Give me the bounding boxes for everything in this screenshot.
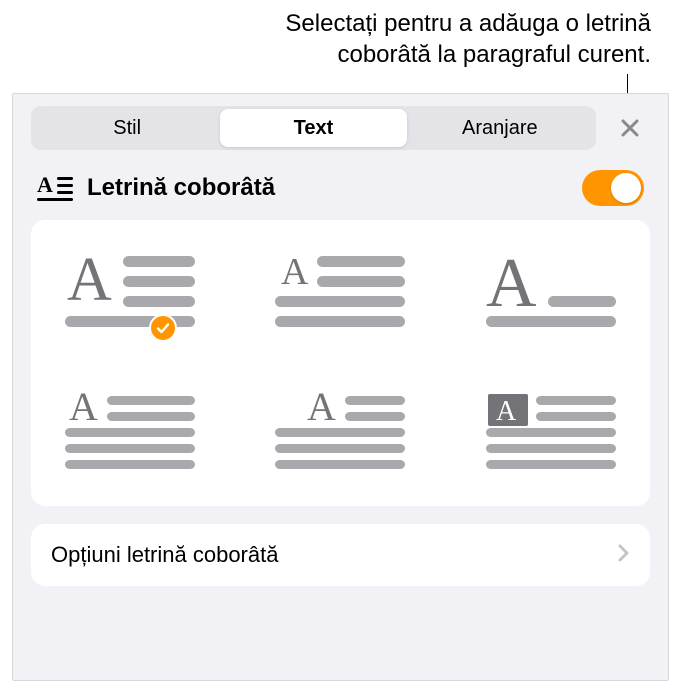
close-button[interactable] — [610, 108, 650, 148]
svg-text:A: A — [281, 251, 309, 293]
dropcap-style-raised[interactable]: A — [476, 250, 626, 336]
close-icon — [619, 117, 641, 139]
tab-arrange-label: Aranjare — [462, 117, 538, 140]
tab-style-label: Stil — [113, 117, 141, 140]
svg-text:A: A — [67, 250, 112, 314]
tab-text-label: Text — [294, 117, 334, 140]
check-icon — [155, 320, 171, 336]
dropcap-section-header: A Letrină coborâtă — [13, 162, 668, 220]
tab-style[interactable]: Stil — [34, 109, 220, 147]
callout-line-2: coborâtă la paragraful curent. — [191, 39, 651, 70]
dropcap-options-label: Opțiuni letrină coborâtă — [51, 542, 618, 568]
dropcap-style-boxed[interactable]: A — [476, 390, 626, 476]
format-panel: Stil Text Aranjare A — [12, 93, 669, 681]
dropcap-styles-grid: A A — [55, 250, 626, 476]
svg-text:A: A — [496, 396, 517, 427]
tab-arrange[interactable]: Aranjare — [407, 109, 593, 147]
dropcap-style-raised-preview: A — [486, 250, 616, 336]
dropcap-toggle[interactable] — [582, 170, 644, 206]
chevron-right-icon — [618, 544, 630, 567]
dropcap-style-on-top[interactable]: A — [55, 390, 205, 476]
svg-text:A: A — [307, 390, 336, 429]
tab-text[interactable]: Text — [220, 109, 406, 147]
selected-checkmark — [149, 314, 177, 342]
dropcap-icon: A — [37, 174, 73, 202]
svg-text:A: A — [486, 250, 537, 322]
dropcap-section-title: Letrină coborâtă — [87, 174, 568, 202]
segmented-control: Stil Text Aranjare — [31, 106, 596, 150]
dropcap-style-boxed-preview: A — [486, 390, 616, 476]
dropcap-options-row[interactable]: Opțiuni letrină coborâtă — [31, 524, 650, 586]
callout-line-1: Selectați pentru a adăuga o letrină — [191, 8, 651, 39]
callout-annotation: Selectați pentru a adăuga o letrină cobo… — [191, 8, 651, 70]
svg-text:A: A — [37, 174, 53, 197]
dropcap-style-small-inline-preview: A — [275, 250, 405, 336]
dropcap-style-small-inline[interactable]: A — [265, 250, 415, 336]
tab-bar: Stil Text Aranjare — [13, 94, 668, 162]
dropcap-style-indented-preview: A — [275, 390, 405, 476]
dropcap-style-indented[interactable]: A — [265, 390, 415, 476]
dropcap-styles-card: A A — [31, 220, 650, 506]
dropcap-style-large-inline[interactable]: A — [55, 250, 205, 336]
dropcap-style-on-top-preview: A — [65, 390, 195, 476]
svg-text:A: A — [69, 390, 98, 429]
